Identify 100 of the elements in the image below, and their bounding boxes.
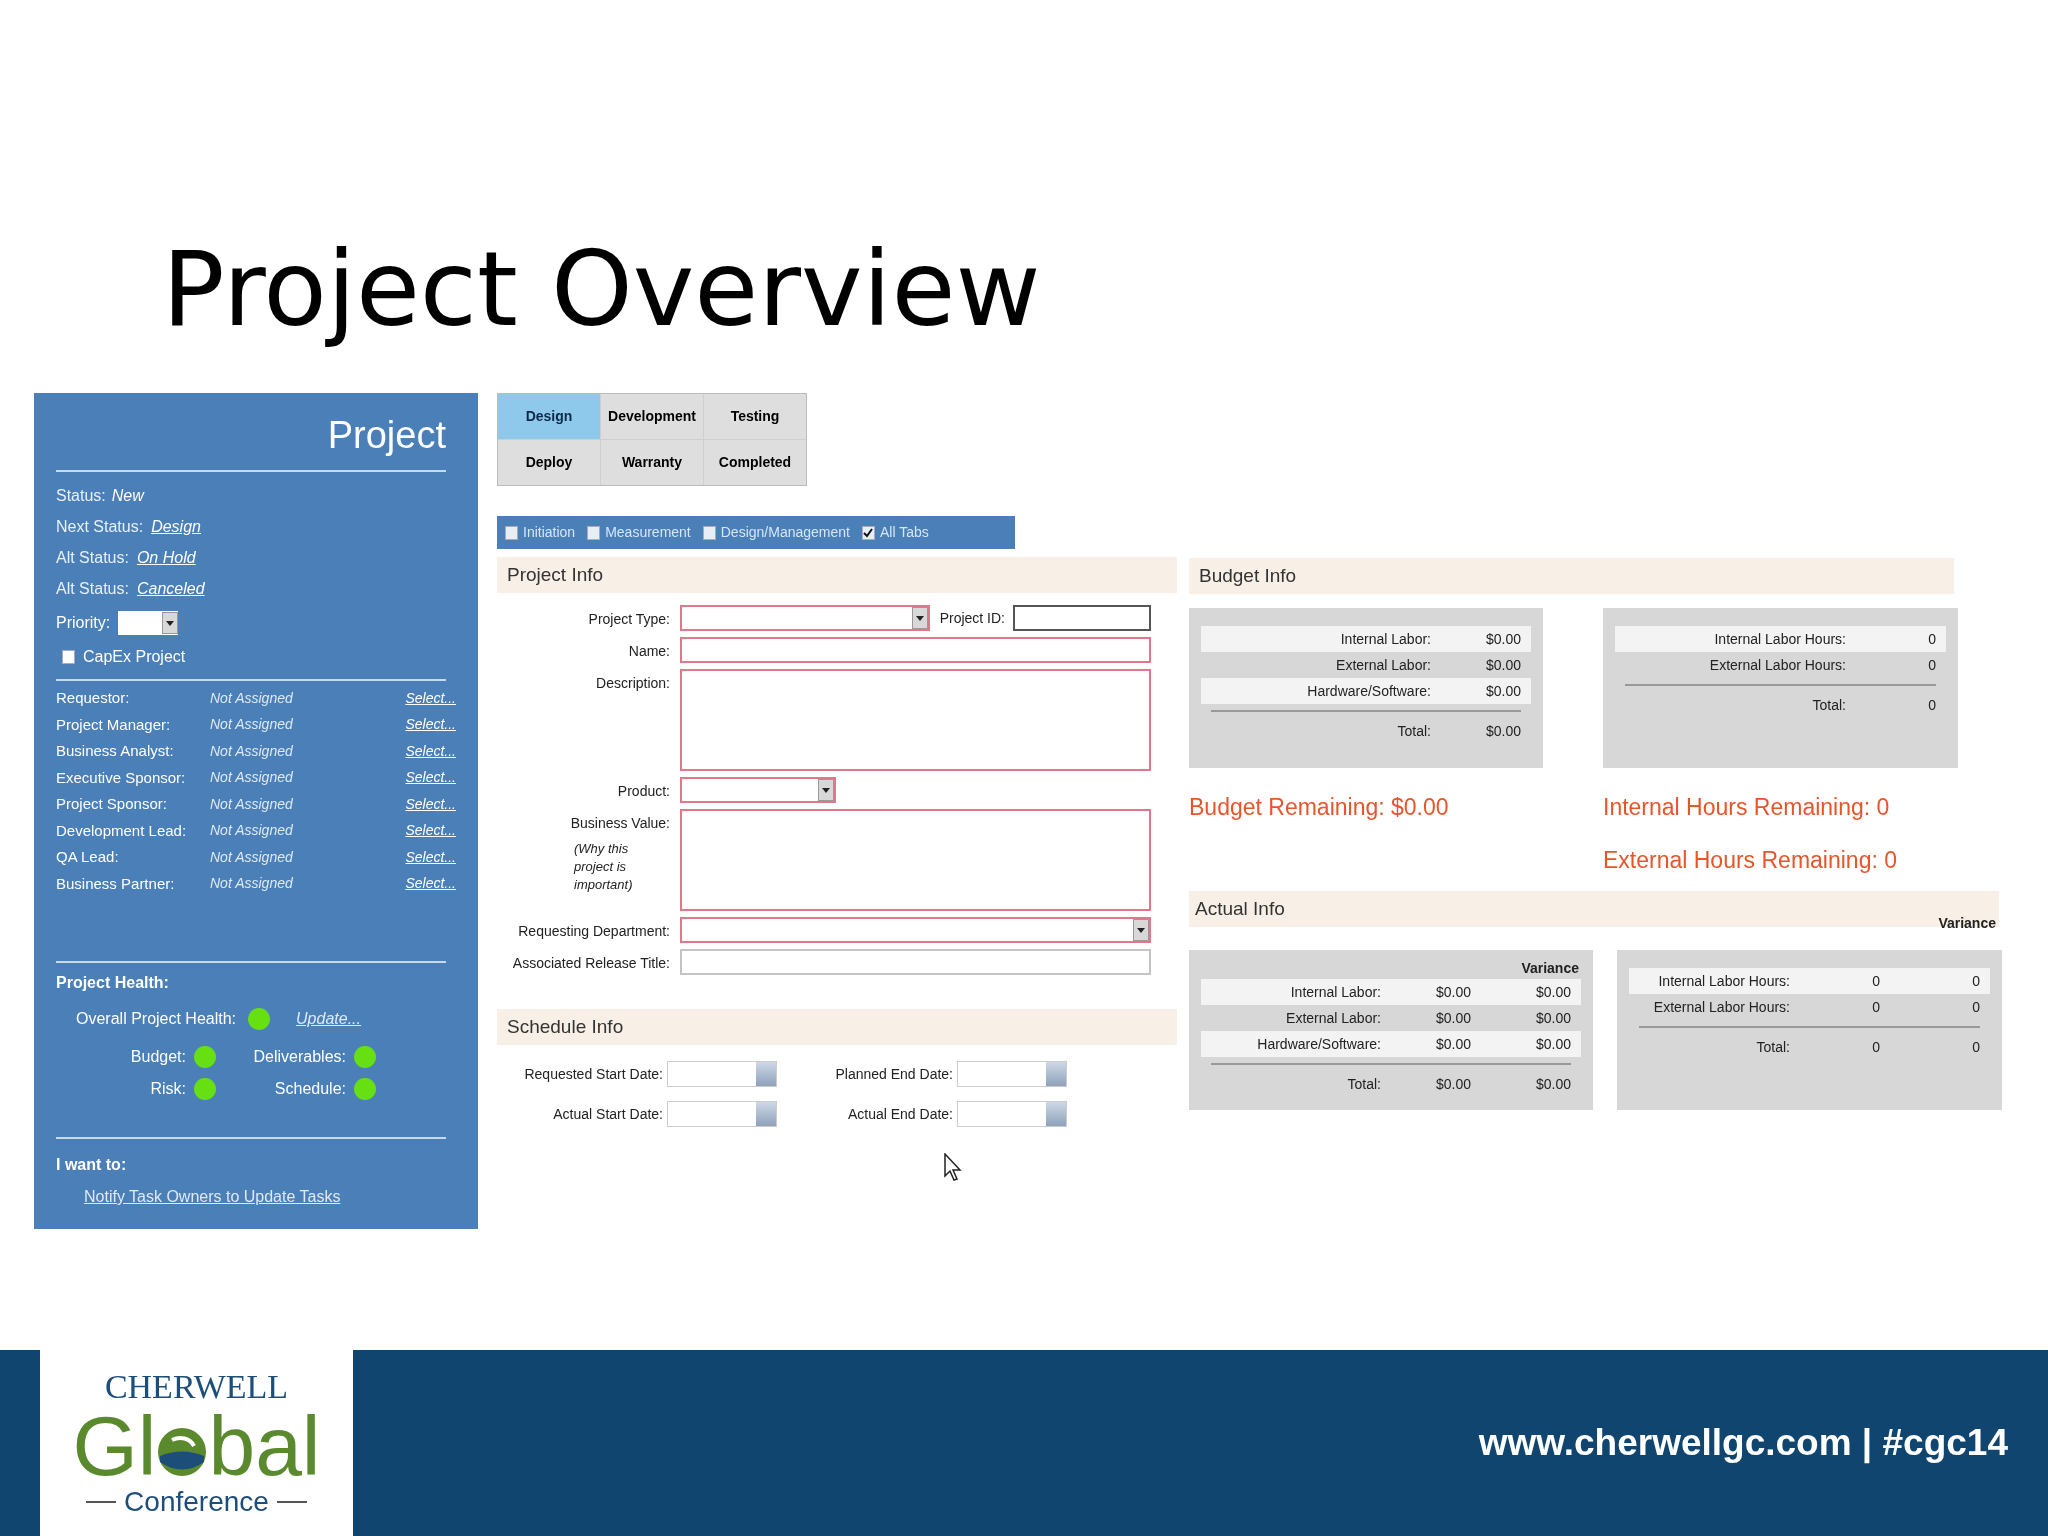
select-link[interactable]: Select... [405,820,456,842]
globe-icon [156,1426,209,1478]
status-link[interactable]: Canceled [136,577,205,601]
field-label: Alt Status: [56,579,129,599]
assignee-value: Not Assigned [210,847,294,867]
filter-label: All Tabs [879,523,929,542]
column-heading: Variance [1521,959,1579,978]
variance-value: $0.00 [1534,1074,1571,1094]
variance-value: $0.00 [1534,982,1571,1002]
remaining-total: Internal Hours Remaining: 0 [1603,793,1891,822]
checkbox[interactable] [702,525,716,540]
field-label: Requesting Department: [518,922,670,941]
field-label: Name: [628,642,670,661]
role-label: Project Manager: [56,714,172,735]
checkbox[interactable] [505,525,518,540]
status-link[interactable]: Design [151,515,201,539]
assignee-value: Not Assigned [210,768,294,788]
calendar-icon[interactable] [1046,1062,1066,1086]
checkbox[interactable] [587,525,601,540]
text-area[interactable] [680,809,1151,911]
date-field[interactable] [667,1061,777,1087]
column-heading: Variance [1938,914,1996,933]
row-value: 0 [1927,655,1936,675]
select-link[interactable]: Select... [405,687,456,709]
select-link[interactable]: Select... [405,767,456,789]
row-value: $0.00 [1434,1074,1471,1094]
calendar-icon[interactable] [756,1102,776,1126]
select-link[interactable]: Select... [405,793,456,815]
indicator-label: Risk: [150,1079,186,1099]
row-label: Total: [1811,695,1847,715]
panel-title: Project [327,413,446,458]
row-label: Internal Labor: [1339,629,1432,649]
role-label: QA Lead: [56,847,120,867]
section-heading: I want to: [56,1155,128,1175]
text-area[interactable] [680,669,1151,771]
field-label: Description: [596,674,670,693]
checkbox[interactable] [861,525,875,540]
field-label: Overall Project Health: [76,1009,237,1029]
action-link[interactable]: Notify Task Owners to Update Tasks [84,1185,341,1209]
date-field[interactable] [667,1101,777,1127]
row-label: Hardware/Software: [1306,681,1432,701]
role-label: Business Partner: [56,873,176,894]
dropdown-field[interactable] [680,917,1151,943]
assignee-value: Not Assigned [210,688,294,708]
field-label: Next Status: [56,517,144,537]
calendar-icon[interactable] [756,1062,776,1086]
field-label: Requested Start Date: [524,1064,663,1084]
text-field[interactable] [680,949,1151,975]
role-label: Development Lead: [56,820,188,841]
role-label: Executive Sponsor: [56,767,187,788]
remaining-total: Budget Remaining: $0.00 [1189,793,1450,822]
row-label: External Labor Hours: [1652,997,1791,1017]
select-link[interactable]: Select... [405,740,456,762]
row-value: 0 [1871,1037,1880,1057]
indicator-label: Deliverables: [253,1047,346,1067]
row-value: $0.00 [1484,681,1521,701]
field-label: Actual Start Date: [553,1104,663,1124]
stage-tab[interactable]: Deploy [498,440,600,485]
text-field[interactable] [680,637,1151,663]
row-label: External Labor Hours: [1708,655,1847,675]
stage-tab[interactable]: Design [498,394,600,439]
row-label: Internal Labor: [1289,982,1382,1002]
calendar-icon[interactable] [1046,1102,1066,1126]
field-label: Project ID: [939,609,1005,628]
variance-value: $0.00 [1534,1008,1571,1028]
stage-tab[interactable]: Testing [704,394,806,439]
field-label: Associated Release Title: [512,954,670,973]
role-label: Business Analyst: [56,741,175,761]
select-link[interactable]: Select... [405,873,456,895]
field-label: Project Type: [588,610,670,629]
field-label: Business Value: [570,814,670,833]
filter-label: Measurement [605,523,691,542]
priority-dropdown[interactable] [118,611,179,635]
stage-tab[interactable]: Development [601,394,703,439]
field-note: (Why this project is important) [574,840,634,894]
row-label: Total: [1396,721,1432,741]
row-value: $0.00 [1484,629,1521,649]
stage-tab[interactable]: Warranty [601,440,703,485]
indicator-label: Schedule: [274,1079,346,1099]
row-label: External Labor: [1335,655,1432,675]
text-field[interactable] [1013,605,1151,631]
row-value: 0 [1927,695,1936,715]
stage-tab[interactable]: Completed [704,440,806,485]
update-link[interactable]: Update... [296,1007,361,1031]
select-link[interactable]: Select... [405,846,456,868]
checkbox[interactable] [62,650,75,664]
section-header: Schedule Info [497,1009,1177,1045]
dropdown-field[interactable] [680,777,836,803]
row-value: 0 [1927,629,1936,649]
field-label: Alt Status: [56,548,129,568]
date-field[interactable] [957,1101,1067,1127]
role-label: Project Sponsor: [56,794,168,814]
assignee-value: Not Assigned [210,821,294,841]
select-link[interactable]: Select... [405,714,456,736]
date-field[interactable] [957,1061,1067,1087]
logo-wordmark: bal [208,1404,321,1488]
status-link[interactable]: On Hold [136,546,196,570]
dropdown-field[interactable] [680,605,930,631]
logo-bottom-text: Conference [124,1488,269,1516]
row-label: Internal Labor Hours: [1713,629,1847,649]
